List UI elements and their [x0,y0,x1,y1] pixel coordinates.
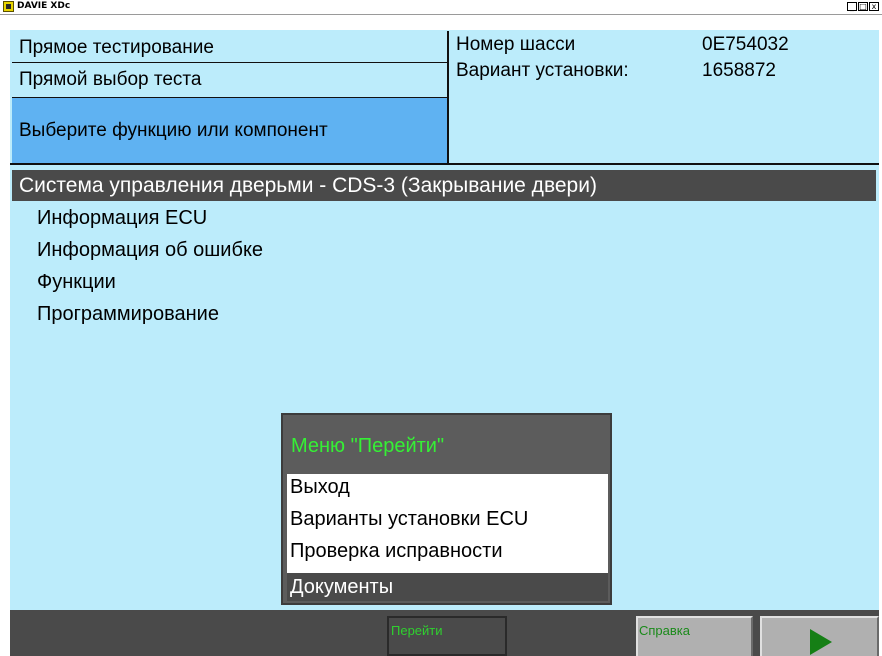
goto-menu-title: Меню "Перейти" [291,435,445,457]
goto-menu-list: Выход Варианты установки ECU Проверка ис… [287,474,608,573]
chassis-label: Номер шасси [456,34,576,55]
goto-button[interactable]: Перейти [387,616,507,656]
goto-menu: Меню "Перейти" Выход Варианты установки … [281,413,612,605]
vehicle-info: Номер шасси 0E754032 Вариант установки: … [449,31,879,163]
header-left: Прямое тестирование Прямой выбор теста В… [12,31,447,163]
header-prompt: Выберите функцию или компонент [12,98,447,163]
variant-label: Вариант установки: [456,60,629,81]
menu-item-exit[interactable]: Выход [290,476,350,499]
menu-item-ecu-variants[interactable]: Варианты установки ECU [290,508,528,531]
tree-selected-component[interactable]: Система управления дверьми - CDS-3 (Закр… [12,170,876,201]
header-selection: Прямой выбор теста [12,63,447,98]
tree-item-programming[interactable]: Программирование [37,303,219,326]
menu-item-health-check[interactable]: Проверка исправности [290,540,503,563]
minimize-button[interactable]: _ [847,2,857,11]
chassis-value: 0E754032 [702,34,789,55]
tree-item-ecu-info[interactable]: Информация ECU [37,207,207,230]
app-icon [3,1,14,12]
window-controls: _ □ x [846,2,879,11]
header-bottom-divider [10,163,879,165]
window-title: DAVIE XDc [17,1,71,11]
header-mode: Прямое тестирование [12,31,447,63]
close-button[interactable]: x [869,2,879,11]
play-icon [810,629,832,655]
tree-item-functions[interactable]: Функции [37,271,116,294]
variant-value: 1658872 [702,60,776,81]
help-button[interactable]: Справка [636,616,753,656]
tree-item-fault-info[interactable]: Информация об ошибке [37,239,263,262]
title-bar: DAVIE XDc _ □ x [0,0,882,15]
next-button[interactable] [760,616,879,656]
maximize-button[interactable]: □ [858,2,868,11]
menu-item-documents[interactable]: Документы [287,573,608,601]
